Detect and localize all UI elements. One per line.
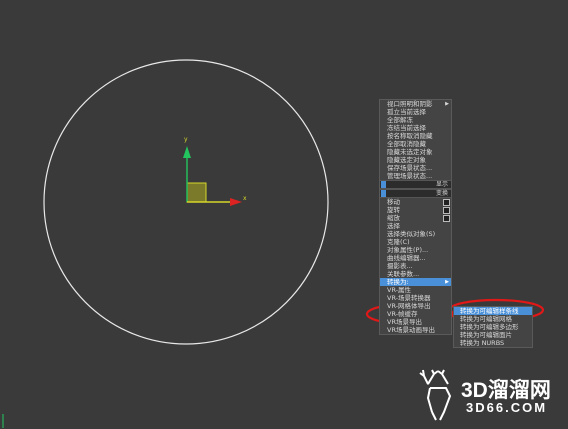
quad-menu-item-b-4[interactable]: 选择类似对象(S) bbox=[380, 230, 451, 238]
quad-menu-item-b-11[interactable]: VR-属性 bbox=[380, 286, 451, 294]
convert-to-submenu: 转换为可编辑样条线 转换为可编辑网格 转换为可编辑多边形 转换为可编辑面片 转换为 NU… bbox=[453, 306, 533, 348]
quad-menu-item-2[interactable]: 全部解冻 bbox=[380, 116, 451, 124]
quad-menu-item-label: 管理场景状态... bbox=[387, 172, 433, 180]
submenu-item-label: 转换为可编辑多边形 bbox=[460, 323, 519, 331]
quad-menu-item-b-8[interactable]: 摄影表... bbox=[380, 262, 451, 270]
quad-menu-item-b-12[interactable]: VR-场景转换器 bbox=[380, 294, 451, 302]
quad-menu-item-7[interactable]: 隐藏选定对象 bbox=[380, 156, 451, 164]
quad-menu-item-3[interactable]: 冻结当前选择 bbox=[380, 124, 451, 132]
quad-menu-item-b-label: VR场景动画导出 bbox=[387, 326, 435, 334]
perspective-viewport[interactable]: x y bbox=[0, 0, 568, 429]
move-gizmo[interactable]: x y bbox=[183, 136, 247, 206]
quad-menu-item-b-label: 缩放 bbox=[387, 214, 400, 222]
quad-menu-item-b-label: 移动 bbox=[387, 198, 400, 206]
quad-menu: 视口照明和阴影孤立当前选择全部解冻冻结当前选择按名称取消隐藏全部取消隐藏隐藏未选… bbox=[379, 99, 452, 335]
quad-menu-item-b-label: 旋转 bbox=[387, 206, 400, 214]
quad-menu-item-9[interactable]: 管理场景状态... bbox=[380, 172, 451, 180]
submenu-item-label: 转换为可编辑面片 bbox=[460, 331, 512, 339]
settings-box-icon[interactable] bbox=[443, 215, 450, 222]
y-axis-letter: y bbox=[184, 136, 188, 143]
settings-box-icon[interactable] bbox=[443, 207, 450, 214]
viewport-canvas: x y bbox=[2, 59, 545, 428]
quad-menu-item-label: 保存场景状态... bbox=[387, 164, 433, 172]
quad-menu-item-label: 视口照明和阴影 bbox=[387, 100, 433, 108]
quad-menu-item-b-13[interactable]: VR-网格体导出 bbox=[380, 302, 451, 310]
quad-menu-item-b-label: 选择 bbox=[387, 222, 400, 230]
quad-menu-item-b-6[interactable]: 对象属性(P)... bbox=[380, 246, 451, 254]
watermark-url: 3D66.COM bbox=[466, 400, 548, 415]
quad-menu-item-b-16[interactable]: VR场景动画导出 bbox=[380, 326, 451, 334]
quad-menu-item-label: 按名称取消隐藏 bbox=[387, 132, 433, 140]
quad-menu-item-5[interactable]: 全部取消隐藏 bbox=[380, 140, 451, 148]
quad-menu-item-label: 全部解冻 bbox=[387, 116, 413, 124]
submenu-item-2[interactable]: 转换为可编辑多边形 bbox=[454, 323, 532, 331]
quad-menu-item-b-label: VR-场景转换器 bbox=[387, 294, 431, 302]
quad-menu-item-b-label: 转换为: bbox=[387, 278, 409, 286]
submenu-item-4[interactable]: 转换为 NURBS bbox=[454, 339, 532, 347]
quad-menu-item-b-9[interactable]: 关联参数... bbox=[380, 270, 451, 278]
quad-menu-item-b-0[interactable]: 移动 bbox=[380, 198, 451, 206]
quad-menu-item-8[interactable]: 保存场景状态... bbox=[380, 164, 451, 172]
quad-menu-item-b-10[interactable]: 转换为: bbox=[380, 278, 451, 286]
quad-menu-item-label: 全部取消隐藏 bbox=[387, 140, 426, 148]
quad-menu-item-b-5[interactable]: 克隆(C) bbox=[380, 238, 451, 246]
submenu-item-3[interactable]: 转换为可编辑面片 bbox=[454, 331, 532, 339]
quad-menu-item-b-label: 选择类似对象(S) bbox=[387, 230, 436, 238]
quad-menu-item-6[interactable]: 隐藏未选定对象 bbox=[380, 148, 451, 156]
x-axis-arrow[interactable] bbox=[230, 198, 242, 206]
quad-menu-item-label: 冻结当前选择 bbox=[387, 124, 426, 132]
quad-menu-item-b-label: VR-网格体导出 bbox=[387, 302, 431, 310]
quad-menu-item-b-15[interactable]: VR场景导出 bbox=[380, 318, 451, 326]
settings-box-icon[interactable] bbox=[443, 199, 450, 206]
quad-menu-item-label: 孤立当前选择 bbox=[387, 108, 426, 116]
submenu-item-label: 转换为可编辑样条线 bbox=[460, 307, 519, 315]
y-axis-arrow[interactable] bbox=[183, 146, 191, 158]
quad-menu-item-4[interactable]: 按名称取消隐藏 bbox=[380, 132, 451, 140]
submenu-item-label: 转换为 NURBS bbox=[460, 339, 505, 347]
quad-menu-header-transform: 变换 bbox=[380, 189, 451, 198]
x-axis-letter: x bbox=[243, 195, 247, 202]
circle-spline[interactable] bbox=[43, 59, 329, 345]
submenu-item-label: 转换为可编辑网格 bbox=[460, 315, 512, 323]
quad-menu-item-label: 隐藏选定对象 bbox=[387, 156, 426, 164]
quad-menu-item-b-label: 关联参数... bbox=[387, 270, 420, 278]
quad-menu-item-b-3[interactable]: 选择 bbox=[380, 222, 451, 230]
quad-menu-item-b-label: 对象属性(P)... bbox=[387, 246, 429, 254]
gizmo-plane-handle[interactable] bbox=[186, 182, 207, 203]
quad-menu-item-b-label: VR场景导出 bbox=[387, 318, 422, 326]
quad-menu-item-b-label: 摄影表... bbox=[387, 262, 413, 270]
quad-menu-item-b-label: 曲线编辑器... bbox=[387, 254, 426, 262]
quad-menu-item-b-label: VR-属性 bbox=[387, 286, 412, 294]
submenu-item-0[interactable]: 转换为可编辑样条线 bbox=[454, 307, 532, 315]
quad-menu-item-b-14[interactable]: VR-帧缓存 bbox=[380, 310, 451, 318]
quad-menu-item-label: 隐藏未选定对象 bbox=[387, 148, 433, 156]
quad-menu-item-b-label: 克隆(C) bbox=[387, 238, 410, 246]
quad-menu-item-b-7[interactable]: 曲线编辑器... bbox=[380, 254, 451, 262]
quad-menu-item-0[interactable]: 视口照明和阴影 bbox=[380, 100, 451, 108]
submenu-item-1[interactable]: 转换为可编辑网格 bbox=[454, 315, 532, 323]
quad-menu-item-b-2[interactable]: 缩放 bbox=[380, 214, 451, 222]
deer-logo-icon bbox=[419, 369, 452, 421]
quad-menu-item-1[interactable]: 孤立当前选择 bbox=[380, 108, 451, 116]
quad-menu-header-display: 显示 bbox=[380, 180, 451, 189]
quad-menu-item-b-1[interactable]: 旋转 bbox=[380, 206, 451, 214]
quad-menu-item-b-label: VR-帧缓存 bbox=[387, 310, 418, 318]
